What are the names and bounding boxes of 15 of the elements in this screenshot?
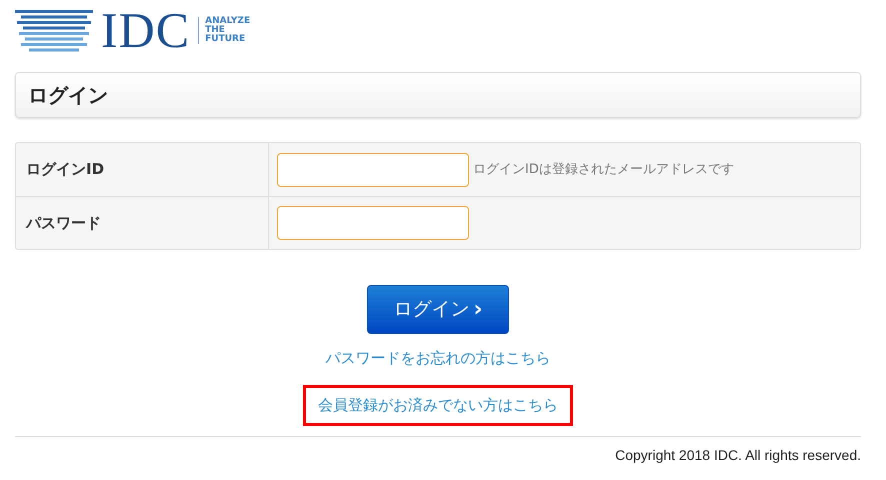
tagline-text: FUTURE bbox=[205, 34, 246, 44]
field-label: パスワード bbox=[26, 212, 101, 234]
globe-logo-icon bbox=[15, 7, 93, 53]
input-field[interactable] bbox=[277, 206, 469, 240]
login-button[interactable]: ログイン › bbox=[367, 285, 509, 334]
text-link[interactable]: パスワードをお忘れの方はこちら bbox=[326, 349, 550, 367]
text-link[interactable]: 会員登録がお済みでない方はこちら bbox=[318, 396, 558, 414]
field-hint: ログインIDは登録されたメールアドレスです bbox=[473, 160, 734, 179]
logo-text: IDC bbox=[101, 5, 190, 55]
panel-title: ログイン bbox=[28, 83, 109, 107]
tagline-text: THE bbox=[205, 26, 226, 34]
copyright-text: Copyright 2018 IDC. All rights reserved. bbox=[615, 447, 861, 463]
field-label: ログインID bbox=[26, 159, 104, 180]
input-field[interactable] bbox=[277, 152, 469, 186]
tagline-text: ANALYZE bbox=[205, 16, 250, 26]
